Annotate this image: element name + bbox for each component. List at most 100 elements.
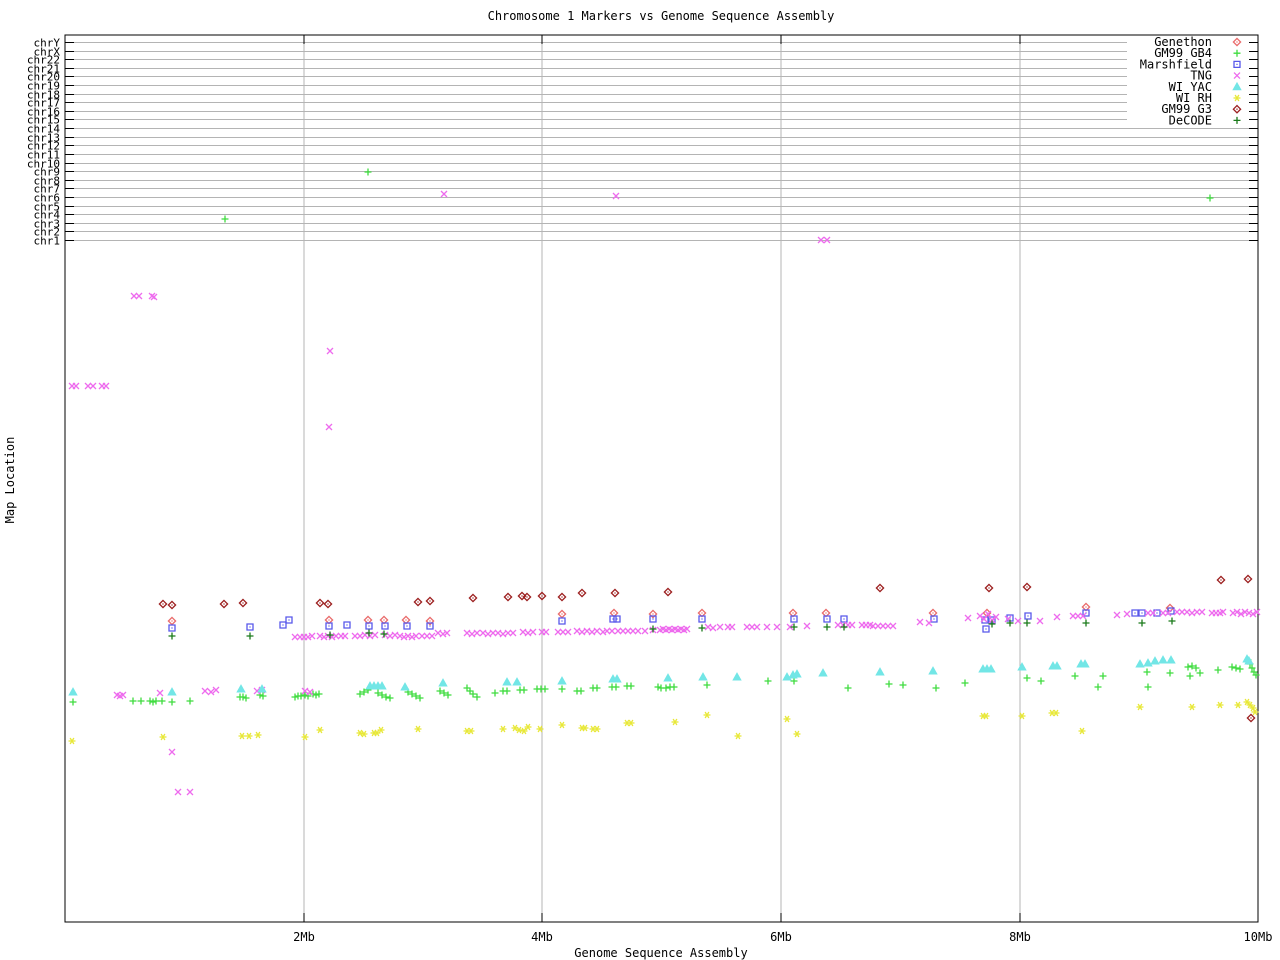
point-wi-yac [875,667,885,676]
point-decode [1082,619,1090,627]
point-wi-rh [254,731,262,739]
y-axis-label: Map Location [3,437,17,524]
point-tng [428,632,436,640]
point-tng [964,614,972,622]
point-wi-yac [557,676,567,685]
point-tng [1123,610,1131,618]
point-marshfield [1131,609,1139,617]
point-wi-rh [301,733,309,741]
point-gm99-g3 [557,592,567,602]
point-decode [649,625,657,633]
point-gm99-gb4 [1184,663,1192,671]
point-gm99-g3 [610,588,620,598]
point-gm99-gb4 [1071,672,1079,680]
point-wi-yac [732,672,742,681]
point-wi-rh [499,725,507,733]
point-gm99-g3 [468,593,478,603]
point-tng [509,629,517,637]
point-wi-yac [1135,659,1145,668]
point-gm99-gb4 [899,681,907,689]
point-wi-yac [438,678,448,687]
point-decode [1168,617,1176,625]
point-tng [1036,617,1044,625]
xtick-label-8mb: 8Mb [1009,930,1031,944]
point-tng [803,622,811,630]
point-wi-yac [502,677,512,686]
point-marshfield [1024,612,1032,620]
point-gm99-gb4 [1023,674,1031,682]
point-tng [925,619,933,627]
point-gm99-gb4 [129,697,137,705]
point-tng [593,627,601,635]
point-gm99-gb4 [885,680,893,688]
point-decode [698,624,706,632]
point-gm99-gb4 [1232,664,1240,672]
point-wi-yac [1052,661,1062,670]
point-tng [473,629,481,637]
point-gm99-gb4 [790,677,798,685]
point-wi-yac [928,666,938,675]
point-marshfield [285,616,293,624]
point-wi-rh [1216,701,1224,709]
point-gm99-g3 [413,597,423,607]
point-tng [72,382,80,390]
point-tng [1053,613,1061,621]
point-tng [634,627,642,635]
point-tng [174,788,182,796]
point-gm99-gb4 [491,689,499,697]
point-wi-yac [612,674,622,683]
point-wi-rh [783,715,791,723]
point-wi-rh [734,732,742,740]
point-gm99-gb4 [364,168,372,176]
point-decode [823,623,831,631]
point-tng [186,788,194,796]
series-gm99-gb4 [69,168,1260,706]
point-gm99-gb4 [961,679,969,687]
point-tng [102,382,110,390]
point-wi-rh [1234,701,1242,709]
point-gm99-gb4 [503,687,511,695]
point-wi-rh [245,732,253,740]
point-wi-yac [1017,662,1027,671]
point-gm99-gb4 [627,682,635,690]
point-wi-yac [818,668,828,677]
legend-label-decode: DeCODE [1169,113,1212,127]
point-decode [1138,619,1146,627]
series-tng [68,190,1261,796]
point-tng [848,621,856,629]
point-gm99-g3 [315,598,325,608]
plot-screenshot: Chromosome 1 Markers vs Genome Sequence … [0,0,1280,960]
chromosome-rows-layer: chrYchrXchr22chr21chr20chr19chr18chr17ch… [27,37,1258,248]
point-gm99-g3 [577,588,587,598]
point-tng [156,689,164,697]
point-wi-rh [68,737,76,745]
point-gm99-gb4 [386,694,394,702]
point-gm99-gb4 [703,681,711,689]
chart-title: Chromosome 1 Markers vs Genome Sequence … [488,9,835,23]
point-tng [564,628,572,636]
point-tng [728,623,736,631]
point-tng [641,627,649,635]
plot-border [64,34,1259,923]
point-gm99-gb4 [137,697,145,705]
point-wi-yac [986,664,996,673]
point-gm99-gb4 [1228,663,1236,671]
point-marshfield [790,615,798,623]
point-marshfield [1138,609,1146,617]
point-wi-rh [793,730,801,738]
series-gm99-g3 [158,574,1256,723]
point-tng [976,612,984,620]
point-wi-yac [400,682,410,691]
point-wi-yac [1080,659,1090,668]
point-tng [608,627,616,635]
point-tng [440,190,448,198]
point-wi-rh [1078,727,1086,735]
point-tng [542,628,550,636]
point-tng [326,347,334,355]
point-genethon [167,616,177,626]
point-tng [889,622,897,630]
point-decode [246,632,254,640]
point-tng [201,687,209,695]
point-marshfield [343,621,351,629]
point-marshfield [613,615,621,623]
